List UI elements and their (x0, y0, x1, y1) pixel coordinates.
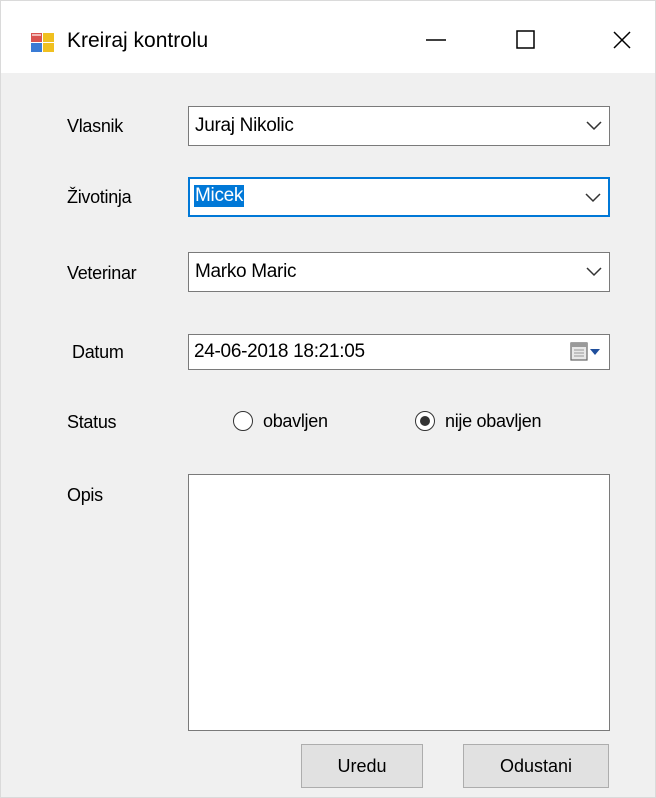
vlasnik-value: Juraj Nikolic (195, 115, 294, 136)
opis-label: Opis (67, 485, 103, 505)
window-title: Kreiraj kontrolu (67, 29, 209, 52)
minimize-button[interactable] (409, 17, 463, 63)
kreiraj-kontrolu-window: Kreiraj kontrolu Vlasnik Juraj Nikolic Ž… (0, 0, 656, 798)
radio-circle-selected-icon[interactable] (415, 411, 435, 431)
opis-textarea[interactable] (188, 474, 610, 731)
zivotinja-label: Životinja (67, 187, 132, 207)
datum-label: Datum (72, 342, 124, 362)
radio-obavljen[interactable]: obavljen (233, 409, 328, 433)
radio-nije-obavljen[interactable]: nije obavljen (415, 409, 541, 433)
datum-datetimepicker[interactable]: 24-06-2018 18:21:05 (188, 334, 610, 370)
close-button[interactable] (595, 17, 649, 63)
close-icon (613, 31, 631, 49)
chevron-down-icon[interactable] (584, 190, 602, 206)
veterinar-label: Veterinar (67, 263, 137, 283)
maximize-icon (516, 30, 535, 49)
uredu-button[interactable]: Uredu (301, 744, 423, 788)
status-label: Status (67, 412, 117, 432)
app-icon (31, 33, 54, 52)
veterinar-value: Marko Maric (195, 261, 297, 282)
maximize-button[interactable] (499, 17, 553, 63)
veterinar-combobox[interactable]: Marko Maric (188, 252, 610, 292)
datum-value: 24-06-2018 18:21:05 (194, 341, 365, 362)
calendar-dropdown-icon[interactable] (569, 341, 603, 363)
chevron-down-icon[interactable] (585, 118, 603, 134)
odustani-button[interactable]: Odustani (463, 744, 609, 788)
vlasnik-label: Vlasnik (67, 116, 123, 136)
chevron-down-icon[interactable] (585, 264, 603, 280)
radio-nije-obavljen-label[interactable]: nije obavljen (445, 411, 541, 432)
title-bar[interactable]: Kreiraj kontrolu (1, 1, 655, 73)
radio-circle-icon[interactable] (233, 411, 253, 431)
zivotinja-value: Micek (194, 185, 245, 207)
minimize-icon (426, 39, 446, 41)
radio-obavljen-label[interactable]: obavljen (263, 411, 328, 432)
zivotinja-combobox[interactable]: Micek (188, 177, 610, 217)
vlasnik-combobox[interactable]: Juraj Nikolic (188, 106, 610, 146)
